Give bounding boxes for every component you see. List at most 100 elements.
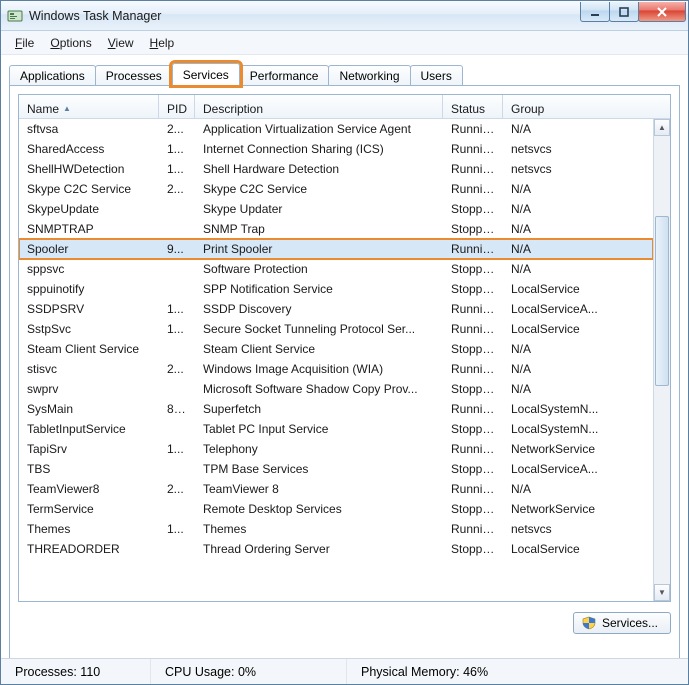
menu-options[interactable]: Options <box>44 34 97 52</box>
cell-name: TeamViewer8 <box>19 482 159 496</box>
table-row[interactable]: SkypeUpdateSkype UpdaterStoppedN/A <box>19 199 653 219</box>
column-header-group[interactable]: Group <box>503 95 670 118</box>
scroll-up-button[interactable] <box>654 119 670 136</box>
cell-group: N/A <box>503 482 653 496</box>
cell-group: N/A <box>503 242 653 256</box>
cell-pid: 1... <box>159 322 195 336</box>
listview-header: Name▲ PID Description Status Group <box>19 95 670 119</box>
cell-status: Running <box>443 242 503 256</box>
table-row[interactable]: SSDPSRV1...SSDP DiscoveryRunningLocalSer… <box>19 299 653 319</box>
scroll-down-button[interactable] <box>654 584 670 601</box>
cell-desc: Remote Desktop Services <box>195 502 443 516</box>
tab-services[interactable]: Services <box>172 63 240 85</box>
cell-name: swprv <box>19 382 159 396</box>
table-row[interactable]: TabletInputServiceTablet PC Input Servic… <box>19 419 653 439</box>
table-row[interactable]: stisvc2...Windows Image Acquisition (WIA… <box>19 359 653 379</box>
table-row[interactable]: SNMPTRAPSNMP TrapStoppedN/A <box>19 219 653 239</box>
tab-panel-services: Name▲ PID Description Status Group sftvs… <box>9 85 680 661</box>
cell-name: SkypeUpdate <box>19 202 159 216</box>
tab-processes[interactable]: Processes <box>95 65 173 86</box>
table-row[interactable]: THREADORDERThread Ordering ServerStopped… <box>19 539 653 559</box>
cell-status: Running <box>443 362 503 376</box>
services-button-label: Services... <box>602 616 658 630</box>
cell-group: NetworkService <box>503 502 653 516</box>
scroll-thumb[interactable] <box>655 216 669 386</box>
tab-performance[interactable]: Performance <box>239 65 330 86</box>
table-row[interactable]: sftvsa2...Application Virtualization Ser… <box>19 119 653 139</box>
cell-status: Stopped <box>443 202 503 216</box>
cell-status: Running <box>443 402 503 416</box>
cell-desc: Superfetch <box>195 402 443 416</box>
cell-status: Running <box>443 522 503 536</box>
cell-desc: SPP Notification Service <box>195 282 443 296</box>
cell-desc: Themes <box>195 522 443 536</box>
maximize-button[interactable] <box>609 2 639 22</box>
cell-status: Running <box>443 482 503 496</box>
column-label: Name <box>27 102 59 116</box>
menu-file[interactable]: File <box>9 34 40 52</box>
table-row[interactable]: SysMain856SuperfetchRunningLocalSystemN.… <box>19 399 653 419</box>
table-row[interactable]: Spooler9...Print SpoolerRunningN/A <box>19 239 653 259</box>
menu-view[interactable]: View <box>102 34 140 52</box>
scroll-track[interactable] <box>654 136 670 584</box>
cell-desc: Microsoft Software Shadow Copy Prov... <box>195 382 443 396</box>
cell-status: Stopped <box>443 222 503 236</box>
app-icon <box>7 8 23 24</box>
tab-users[interactable]: Users <box>410 65 463 86</box>
table-row[interactable]: TeamViewer82...TeamViewer 8RunningN/A <box>19 479 653 499</box>
tab-applications[interactable]: Applications <box>9 65 96 86</box>
cell-group: N/A <box>503 122 653 136</box>
column-header-name[interactable]: Name▲ <box>19 95 159 118</box>
cell-pid: 2... <box>159 182 195 196</box>
cell-name: Spooler <box>19 242 159 256</box>
cell-status: Running <box>443 142 503 156</box>
close-button[interactable] <box>638 2 686 22</box>
cell-status: Stopped <box>443 282 503 296</box>
table-row[interactable]: Skype C2C Service2...Skype C2C ServiceRu… <box>19 179 653 199</box>
cell-pid: 1... <box>159 442 195 456</box>
cell-group: N/A <box>503 182 653 196</box>
column-header-pid[interactable]: PID <box>159 95 195 118</box>
cell-desc: TPM Base Services <box>195 462 443 476</box>
minimize-button[interactable] <box>580 2 610 22</box>
cell-status: Running <box>443 442 503 456</box>
window-title: Windows Task Manager <box>29 9 581 23</box>
cell-name: TabletInputService <box>19 422 159 436</box>
cell-group: LocalService <box>503 322 653 336</box>
table-row[interactable]: swprv Microsoft Software Shadow Copy Prov… <box>19 379 653 399</box>
listview-body[interactable]: sftvsa2...Application Virtualization Ser… <box>19 119 653 601</box>
cell-name: SNMPTRAP <box>19 222 159 236</box>
table-row[interactable]: sppsvcSoftware ProtectionStoppedN/A <box>19 259 653 279</box>
table-row[interactable]: Steam Client ServiceSteam Client Service… <box>19 339 653 359</box>
cell-status: Running <box>443 302 503 316</box>
cell-pid: 856 <box>159 402 195 416</box>
table-row[interactable]: SharedAccess1...Internet Connection Shar… <box>19 139 653 159</box>
services-button[interactable]: Services... <box>573 612 671 634</box>
status-memory: Physical Memory: 46% <box>347 659 688 684</box>
cell-desc: Application Virtualization Service Agent <box>195 122 443 136</box>
table-row[interactable]: SstpSvc1...Secure Socket Tunneling Proto… <box>19 319 653 339</box>
uac-shield-icon <box>582 616 596 630</box>
cell-group: NetworkService <box>503 442 653 456</box>
column-header-status[interactable]: Status <box>443 95 503 118</box>
table-row[interactable]: sppuinotifySPP Notification ServiceStopp… <box>19 279 653 299</box>
cell-desc: Windows Image Acquisition (WIA) <box>195 362 443 376</box>
table-row[interactable]: Themes1...ThemesRunningnetsvcs <box>19 519 653 539</box>
cell-name: stisvc <box>19 362 159 376</box>
tabstrip: Applications Processes Services Performa… <box>9 61 680 85</box>
cell-desc: Software Protection <box>195 262 443 276</box>
menu-help[interactable]: Help <box>144 34 181 52</box>
table-row[interactable]: TermServiceRemote Desktop ServicesStoppe… <box>19 499 653 519</box>
cell-status: Running <box>443 322 503 336</box>
cell-name: SSDPSRV <box>19 302 159 316</box>
table-row[interactable]: TapiSrv1...TelephonyRunningNetworkServic… <box>19 439 653 459</box>
tab-networking[interactable]: Networking <box>328 65 410 86</box>
vertical-scrollbar[interactable] <box>653 119 670 601</box>
cell-desc: Skype Updater <box>195 202 443 216</box>
table-row[interactable]: ShellHWDetection1...Shell Hardware Detec… <box>19 159 653 179</box>
cell-desc: Steam Client Service <box>195 342 443 356</box>
table-row[interactable]: TBSTPM Base ServicesStoppedLocalServiceA… <box>19 459 653 479</box>
cell-pid: 1... <box>159 162 195 176</box>
services-listview: Name▲ PID Description Status Group sftvs… <box>18 94 671 602</box>
column-header-description[interactable]: Description <box>195 95 443 118</box>
